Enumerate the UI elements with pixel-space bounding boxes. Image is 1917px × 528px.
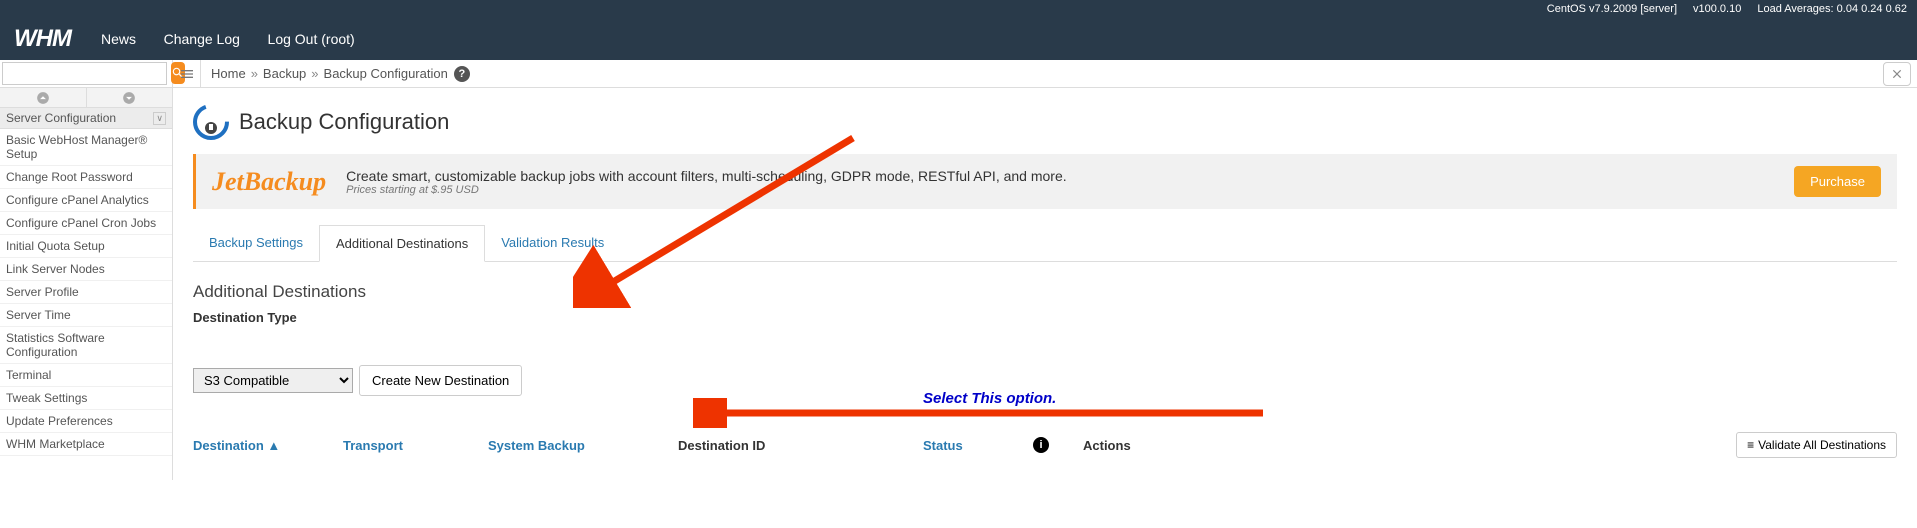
page-title: Backup Configuration [239,109,449,135]
sidebar-collapse-button[interactable] [173,60,201,87]
help-icon[interactable]: ? [454,66,470,82]
col-destination[interactable]: Destination ▲ [193,438,343,453]
breadcrumb-current: Backup Configuration [324,66,448,81]
breadcrumb-home[interactable]: Home [211,66,246,81]
sidebar-top-controls [0,88,172,108]
os-info: CentOS v7.9.2009 [server] [1547,3,1677,15]
whm-logo[interactable]: WHM [14,25,71,53]
sidebar-item-server-profile[interactable]: Server Profile [0,281,172,304]
chevron-up-icon [36,91,50,105]
page-header: Backup Configuration [193,104,1897,140]
sidebar-item-change-root-pw[interactable]: Change Root Password [0,166,172,189]
destinations-table-header: Destination ▲ Transport System Backup De… [193,426,1897,464]
col-destination-id: Destination ID [678,438,923,453]
status-bar: CentOS v7.9.2009 [server] v100.0.10 Load… [0,0,1917,18]
close-button[interactable] [1883,62,1911,86]
section-collapse-icon[interactable]: ∨ [153,112,166,125]
search-box [0,60,173,87]
sidebar-item-basic-setup[interactable]: Basic WebHost Manager® Setup [0,129,172,166]
tabs: Backup Settings Additional Destinations … [193,225,1897,262]
load-avg: Load Averages: 0.04 0.24 0.62 [1757,3,1907,15]
expand-all-button[interactable] [87,88,173,108]
col-actions: Actions [1083,438,1283,453]
sidebar-item-tweak[interactable]: Tweak Settings [0,387,172,410]
breadcrumb-backup[interactable]: Backup [263,66,306,81]
sidebar-item-update-prefs[interactable]: Update Preferences [0,410,172,433]
sidebar-item-stats-software[interactable]: Statistics Software Configuration [0,327,172,364]
sidebar-items: Basic WebHost Manager® Setup Change Root… [0,129,172,456]
sub-row: Home » Backup » Backup Configuration ? [0,60,1917,88]
col-info: i [1033,437,1083,453]
collapse-icon [179,66,195,82]
promo-banner: JetBackup Create smart, customizable bac… [193,154,1897,209]
promo-price: Prices starting at $.95 USD [346,184,1774,196]
col-system-backup[interactable]: System Backup [488,438,678,453]
info-icon[interactable]: i [1033,437,1049,453]
col-status[interactable]: Status [923,438,1033,453]
sidebar: Server Configuration ∨ Basic WebHost Man… [0,88,173,480]
breadcrumb: Home » Backup » Backup Configuration ? [201,60,1877,87]
destination-type-select[interactable]: S3 Compatible [193,368,353,393]
col-transport[interactable]: Transport [343,438,488,453]
tab-backup-settings[interactable]: Backup Settings [193,225,319,261]
backup-icon [193,104,229,140]
sidebar-section-title: Server Configuration [6,111,116,125]
close-icon [1890,67,1904,81]
create-destination-button[interactable]: Create New Destination [359,365,522,396]
sidebar-item-cpanel-cron[interactable]: Configure cPanel Cron Jobs [0,212,172,235]
nav-links: News Change Log Log Out (root) [101,31,379,47]
promo-text: Create smart, customizable backup jobs w… [346,168,1774,184]
collapse-all-button[interactable] [0,88,87,108]
section-title: Additional Destinations [193,282,1897,302]
tab-validation-results[interactable]: Validation Results [485,225,620,261]
sidebar-item-whm-marketplace[interactable]: WHM Marketplace [0,433,172,456]
version-info: v100.0.10 [1693,3,1741,15]
nav-bar: WHM News Change Log Log Out (root) [0,18,1917,60]
list-icon: ≡ [1747,438,1754,452]
sidebar-item-initial-quota[interactable]: Initial Quota Setup [0,235,172,258]
nav-logout[interactable]: Log Out (root) [268,31,355,47]
tab-additional-destinations[interactable]: Additional Destinations [319,225,485,262]
chevron-down-icon [122,91,136,105]
annotation-text: Select This option. [923,390,1056,407]
destination-type-label: Destination Type [193,310,1897,325]
sidebar-item-cpanel-analytics[interactable]: Configure cPanel Analytics [0,189,172,212]
sidebar-section-header[interactable]: Server Configuration ∨ [0,108,172,129]
validate-all-button[interactable]: ≡ Validate All Destinations [1736,432,1897,458]
sidebar-item-link-server[interactable]: Link Server Nodes [0,258,172,281]
search-input[interactable] [2,62,167,85]
jetbackup-logo: JetBackup [212,167,326,197]
nav-news[interactable]: News [101,31,136,47]
purchase-button[interactable]: Purchase [1794,166,1881,197]
sidebar-item-terminal[interactable]: Terminal [0,364,172,387]
main-content: Backup Configuration JetBackup Create sm… [173,88,1917,480]
nav-changelog[interactable]: Change Log [164,31,240,47]
sidebar-item-server-time[interactable]: Server Time [0,304,172,327]
